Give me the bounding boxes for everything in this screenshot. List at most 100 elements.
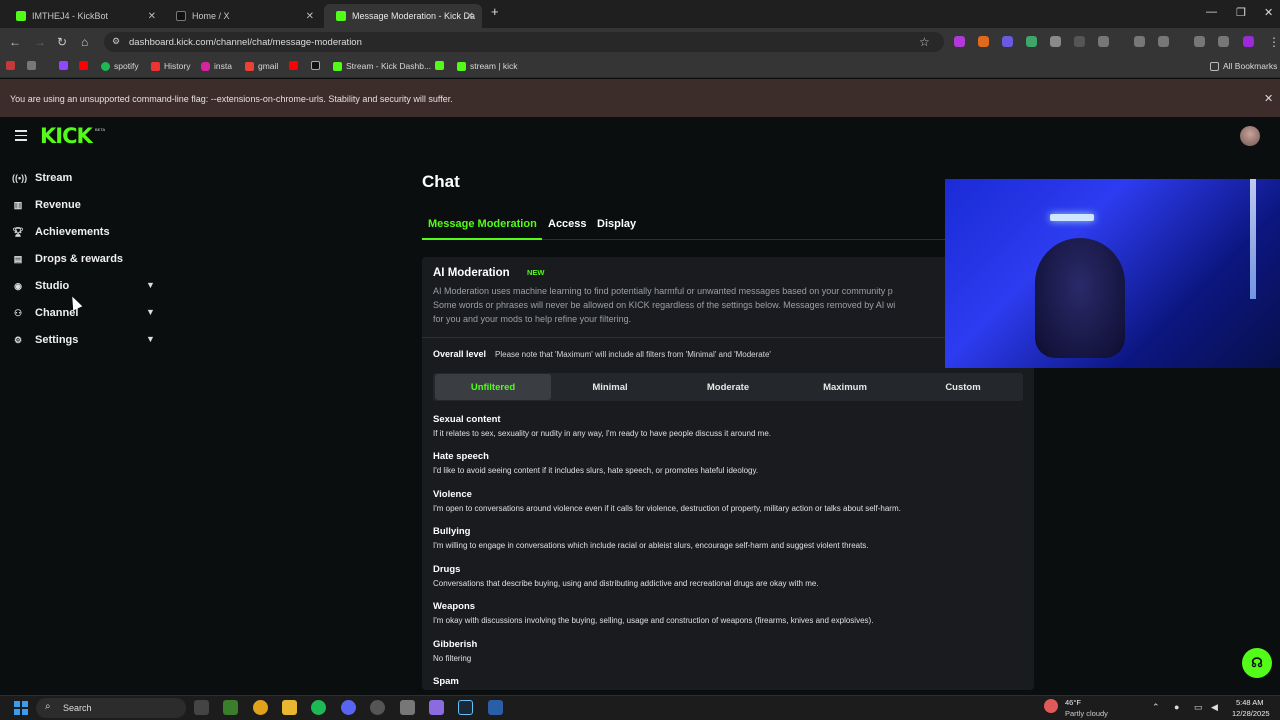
tray-chevron-icon[interactable]: ⌃ xyxy=(1152,702,1160,713)
chevron-down-icon[interactable]: ▼ xyxy=(146,334,155,344)
sidebar-item-stream[interactable]: ((•)) Stream xyxy=(12,170,72,186)
webcam-led-strip xyxy=(1250,179,1256,299)
maximize-icon[interactable]: ❐ xyxy=(1236,6,1246,19)
tab-message-moderation[interactable]: Message Moderation xyxy=(428,218,537,230)
chevron-down-icon[interactable]: ▼ xyxy=(146,307,155,317)
bookmark-x-icon[interactable] xyxy=(311,61,324,70)
nvidia-icon[interactable] xyxy=(223,700,238,715)
site-info-icon[interactable]: ⚙ xyxy=(112,36,120,47)
extension-icon[interactable] xyxy=(1026,36,1037,47)
new-tab-button[interactable]: + xyxy=(491,4,499,19)
close-window-icon[interactable]: ✕ xyxy=(1264,6,1273,19)
tab-message-moderation[interactable]: Message Moderation - Kick Da ✕ xyxy=(324,4,482,28)
weather-icon[interactable] xyxy=(1044,699,1058,713)
close-infobar-icon[interactable]: ✕ xyxy=(1264,92,1273,105)
task-view-icon[interactable] xyxy=(194,700,209,715)
bookmark-app-icon[interactable] xyxy=(6,61,19,70)
bookmark-history[interactable]: History xyxy=(151,61,190,71)
level-custom-button[interactable]: Custom xyxy=(905,374,1021,400)
close-tab-icon[interactable]: ✕ xyxy=(306,11,314,22)
support-chat-button[interactable]: ☊ xyxy=(1242,648,1272,678)
sidebar-item-drops[interactable]: ▤ Drops & rewards xyxy=(12,251,123,267)
microphone-icon[interactable]: ● xyxy=(1174,702,1179,712)
menu-icon[interactable] xyxy=(15,130,27,144)
extensions-puzzle-icon[interactable] xyxy=(1098,36,1109,47)
reading-list-icon[interactable] xyxy=(1218,36,1229,47)
bookmark-stream-kick[interactable]: stream | kick xyxy=(457,61,518,71)
app-icon[interactable] xyxy=(488,700,503,715)
close-tab-icon[interactable]: ✕ xyxy=(148,11,156,22)
kick-logo[interactable]: KICK xyxy=(40,124,93,148)
extension-icon[interactable] xyxy=(1074,36,1085,47)
clock-date[interactable]: 12/28/2025 xyxy=(1232,709,1270,718)
webcam-person xyxy=(1035,238,1125,358)
sidebar-item-studio[interactable]: ◉ Studio xyxy=(12,278,69,294)
obs-icon[interactable] xyxy=(370,700,385,715)
weather-temperature[interactable]: 46°F xyxy=(1065,698,1081,707)
tab-home-x[interactable]: Home / X ✕ xyxy=(164,4,322,28)
ai-description-line: Some words or phrases will never be allo… xyxy=(433,300,896,310)
browser-menu-icon[interactable]: ⋮ xyxy=(1268,35,1280,49)
taskbar-search[interactable] xyxy=(36,698,186,718)
back-icon[interactable]: ← xyxy=(9,35,21,49)
level-unfiltered-button[interactable]: Unfiltered xyxy=(435,374,551,400)
overall-level-note: Please note that 'Maximum' will include … xyxy=(495,350,771,359)
weather-description[interactable]: Partly cloudy xyxy=(1065,709,1108,718)
settings-icon[interactable] xyxy=(400,700,415,715)
profile-icon[interactable] xyxy=(1243,36,1254,47)
sidebar-item-channel[interactable]: ⚇ Channel xyxy=(12,305,78,321)
bookmark-kick-icon[interactable] xyxy=(435,61,448,70)
forward-icon[interactable]: → xyxy=(34,35,46,49)
card-divider xyxy=(422,337,1034,338)
home-icon[interactable]: ⌂ xyxy=(81,35,88,49)
discord-icon[interactable] xyxy=(341,700,356,715)
sidebar-item-revenue[interactable]: ▥ Revenue xyxy=(12,197,81,213)
tab-display[interactable]: Display xyxy=(597,218,636,230)
gift-icon: ▤ xyxy=(13,253,23,264)
start-icon[interactable] xyxy=(14,701,28,715)
game-controller-icon[interactable] xyxy=(429,700,444,715)
address-url[interactable]: dashboard.kick.com/channel/chat/message-… xyxy=(129,37,362,48)
overall-level-label: Overall level xyxy=(433,349,487,359)
sidebar-item-label: Revenue xyxy=(35,199,81,211)
level-minimal-button[interactable]: Minimal xyxy=(552,374,668,400)
tab-access[interactable]: Access xyxy=(548,218,587,230)
level-moderate-button[interactable]: Moderate xyxy=(670,374,786,400)
steam-icon[interactable] xyxy=(458,700,473,715)
extension-icon[interactable] xyxy=(1002,36,1013,47)
extension-icon[interactable] xyxy=(954,36,965,47)
chevron-down-icon[interactable]: ▼ xyxy=(146,280,155,290)
bookmark-spotify[interactable]: spotify xyxy=(101,61,139,71)
category-description: I'm okay with discussions involving the … xyxy=(433,616,874,625)
bookmark-kick-dashboard[interactable]: Stream - Kick Dashb... xyxy=(333,61,431,71)
bookmark-gmail[interactable]: gmail xyxy=(245,61,278,71)
bookmark-insta[interactable]: insta xyxy=(201,61,232,71)
apps-grid-icon[interactable] xyxy=(27,61,40,70)
cast-icon[interactable] xyxy=(1134,36,1145,47)
sidebar-item-settings[interactable]: ⚙ Settings xyxy=(12,332,78,348)
bookmark-star-icon[interactable]: ☆ xyxy=(919,35,930,49)
minimize-icon[interactable]: — xyxy=(1206,6,1217,18)
download-icon[interactable] xyxy=(1194,36,1205,47)
category-title: Sexual content xyxy=(433,414,501,425)
reload-icon[interactable]: ↻ xyxy=(57,35,67,49)
avatar[interactable] xyxy=(1240,126,1260,146)
bookmark-twitch-icon[interactable] xyxy=(59,61,72,70)
extension-icon[interactable] xyxy=(1050,36,1061,47)
extension-icon[interactable] xyxy=(978,36,989,47)
screenshot-icon[interactable] xyxy=(1158,36,1169,47)
volume-icon[interactable]: ◀ xyxy=(1211,702,1218,713)
clock-time[interactable]: 5:48 AM xyxy=(1236,698,1264,707)
all-bookmarks[interactable]: All Bookmarks xyxy=(1210,61,1277,71)
bookmark-youtube-icon[interactable] xyxy=(79,61,92,70)
level-maximum-button[interactable]: Maximum xyxy=(787,374,903,400)
sidebar-item-label: Achievements xyxy=(35,226,110,238)
chrome-icon[interactable] xyxy=(253,700,268,715)
file-explorer-icon[interactable] xyxy=(282,700,297,715)
tab-kickbot[interactable]: IMTHEJ4 - KickBot ✕ xyxy=(4,4,164,28)
spotify-icon[interactable] xyxy=(311,700,326,715)
display-icon[interactable]: ▭ xyxy=(1194,702,1203,713)
close-tab-icon[interactable]: ✕ xyxy=(466,11,474,22)
bookmark-youtube-icon[interactable] xyxy=(289,61,302,70)
sidebar-item-achievements[interactable]: 🏆︎ Achievements xyxy=(12,224,110,240)
